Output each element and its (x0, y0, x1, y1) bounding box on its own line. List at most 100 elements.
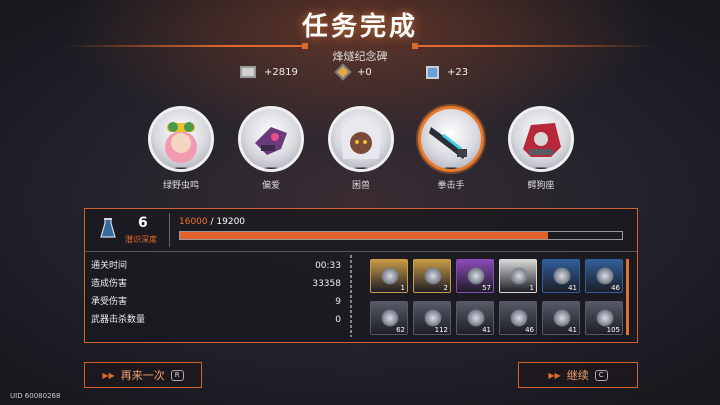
character-name: 困兽 (351, 181, 370, 191)
character-portrait: 30 (328, 106, 394, 172)
retry-hotkey: R (170, 369, 184, 381)
stat-row: 承受伤害 9 (91, 293, 341, 311)
character-level: 25 (441, 167, 461, 169)
character-name: 拳击手 (437, 181, 465, 191)
character-portrait: 25 (418, 106, 484, 172)
canister-icon (510, 309, 528, 327)
loot-count: 1 (529, 284, 534, 292)
progress-max: 19200 (216, 217, 246, 227)
stat-value: 9 (335, 297, 341, 307)
stats-divider (350, 255, 352, 337)
cube-icon (426, 66, 439, 79)
title-divider-left (62, 43, 308, 49)
character-portrait: 30 (508, 106, 574, 172)
character-level: 30 (531, 167, 551, 169)
loot-count: 2 (443, 284, 448, 292)
reward-gem: +0 (334, 63, 372, 81)
character-card[interactable]: 30 绿野虫鸣 (146, 106, 216, 191)
coil-icon (381, 309, 399, 327)
loot-item[interactable]: 41 (542, 301, 580, 335)
character-card[interactable]: 30 鳄狗座 (506, 106, 576, 191)
depth-divider (169, 213, 170, 247)
continue-button[interactable]: ▶▶ 继续 C (518, 362, 638, 388)
character-level: 30 (171, 167, 191, 169)
loot-count: 57 (482, 284, 491, 292)
loot-item[interactable]: 105 (585, 301, 623, 335)
shard-icon (467, 309, 485, 327)
loot-item[interactable]: 41 (542, 259, 580, 293)
gem-icon (334, 63, 352, 81)
stat-label: 武器击杀数量 (91, 315, 146, 325)
module-icon (553, 309, 571, 327)
scroll-icon (381, 267, 399, 285)
loot-count: 46 (611, 284, 620, 292)
stat-row: 武器击杀数量 0 (91, 311, 341, 329)
character-portrait: 30 (238, 106, 304, 172)
orb-icon (596, 267, 614, 285)
character-name: 偏爱 (261, 181, 280, 191)
depth-display: 6 潜识深度 (85, 209, 169, 249)
progress-bar (179, 231, 623, 240)
team-roster: 30 绿野虫鸣 30 偏爱 30 困兽 25 拳击手 30 鳄狗座 (0, 106, 720, 191)
loot-item[interactable]: 62 (370, 301, 408, 335)
loot-scrollbar[interactable] (626, 259, 629, 335)
reward-gem-value: +0 (357, 66, 372, 78)
continue-hotkey: C (594, 369, 608, 381)
loot-count: 41 (568, 326, 577, 334)
loot-item[interactable]: 41 (456, 301, 494, 335)
chip-icon (553, 267, 571, 285)
panel-divider (85, 251, 637, 252)
character-portrait: 30 (148, 106, 214, 172)
reward-cash-value: +2819 (264, 66, 298, 78)
arrow-right-icon: ▶▶ (548, 370, 561, 380)
flask-icon (100, 218, 116, 238)
stage-name: 烽燧纪念碑 (332, 50, 388, 63)
loot-count: 41 (482, 326, 491, 334)
stat-row: 造成伤害 33358 (91, 275, 341, 293)
loot-count: 105 (606, 326, 620, 334)
loot-count: 46 (525, 326, 534, 334)
loot-count: 112 (434, 326, 448, 334)
character-card[interactable]: 25 拳击手 (416, 106, 486, 191)
card-icon (596, 309, 614, 327)
reward-cash: +2819 (240, 66, 298, 78)
loot-item[interactable]: 46 (499, 301, 537, 335)
stat-value: 00:33 (315, 261, 341, 271)
progress-text: 16000 / 19200 (179, 217, 245, 227)
depth-label: 潜识深度 (125, 235, 157, 244)
character-card[interactable]: 30 困兽 (326, 106, 396, 191)
plate-icon (424, 309, 442, 327)
loot-item[interactable]: 2 (413, 259, 451, 293)
stat-label: 通关时间 (91, 261, 128, 271)
loot-item[interactable]: 57 (456, 259, 494, 293)
loot-count: 62 (396, 326, 405, 334)
loot-count: 41 (568, 284, 577, 292)
progress-fill (180, 232, 549, 239)
loot-item[interactable]: 1 (370, 259, 408, 293)
retry-button[interactable]: ▶▶ 再来一次 R (84, 362, 202, 388)
stats-list: 通关时间 00:33 造成伤害 33358 承受伤害 9 武器击杀数量 0 (91, 257, 341, 329)
depth-value: 6 (138, 215, 148, 231)
progress-current: 16000 (179, 217, 208, 227)
character-name: 鳄狗座 (527, 181, 555, 191)
loot-count: 1 (400, 284, 405, 292)
character-card[interactable]: 30 偏爱 (236, 106, 306, 191)
reward-cube-value: +23 (447, 67, 469, 78)
ring-icon (424, 267, 442, 285)
retry-label: 再来一次 (120, 369, 165, 382)
user-id: UID 60080268 (10, 392, 61, 400)
arrow-right-icon: ▶▶ (102, 370, 115, 380)
stat-value: 0 (335, 315, 341, 325)
loot-item[interactable]: 1 (499, 259, 537, 293)
stat-value: 33358 (312, 279, 341, 289)
results-panel: 6 潜识深度 16000 / 19200 通关时间 00:33 造成伤害 33358… (84, 208, 638, 343)
character-name: 绿野虫鸣 (162, 181, 199, 191)
crystal-icon (467, 267, 485, 285)
loot-item[interactable]: 112 (413, 301, 451, 335)
reward-summary: +2819 +0 +23 (0, 63, 720, 84)
title-divider-right (412, 43, 658, 49)
cash-icon (240, 66, 256, 78)
loot-item[interactable]: 46 (585, 259, 623, 293)
stat-label: 造成伤害 (91, 279, 128, 289)
reward-cube: +23 (426, 66, 468, 79)
